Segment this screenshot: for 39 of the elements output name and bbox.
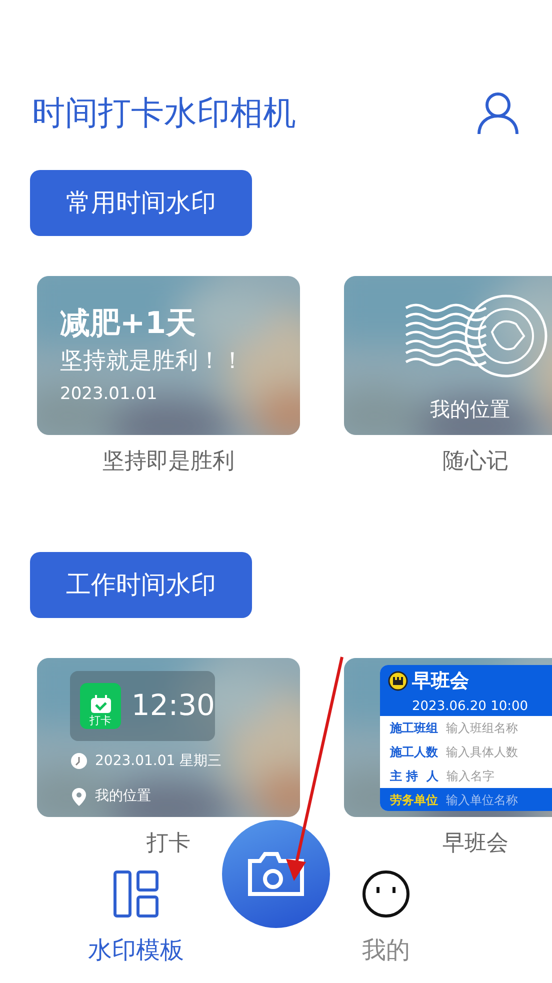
date-text: 2023.01.01 星期三 [95,752,222,771]
headline-text: 减肥+1天 [60,306,196,342]
field-label: 劳务单位 [390,792,438,809]
layout-icon [112,870,160,918]
template-card[interactable]: 我的位置 [344,276,552,435]
location-text: 我的位置 [95,787,151,806]
camera-icon [246,851,306,897]
template-card[interactable]: 打卡 12:30 2023.01.01 星期三 我的位置 [37,658,300,817]
field-value: 输入具体人数 [446,744,518,761]
nav-tab[interactable]: 水印模板 [88,870,184,968]
calendar-check-icon [90,694,112,714]
slogan-text: 坚持就是胜利！！ [60,347,244,376]
app-title: 时间打卡水印相机 [32,92,296,134]
building-icon [388,671,408,691]
field-label: 施工班组 [390,720,438,737]
smiley-icon [362,870,410,918]
location-pin-icon [72,788,86,806]
profile-icon[interactable] [476,91,520,135]
template-name: 打卡 [146,830,192,858]
date-text: 2023.01.01 [60,383,158,406]
template-card[interactable]: 减肥+1天 坚持就是胜利！！ 2023.01.01 [37,276,300,435]
badge-text: 打卡 [90,714,112,727]
field-label: 主 持 人 [390,768,439,785]
field-label: 施工人数 [390,744,438,761]
field-value: 输入班组名称 [446,720,518,737]
datetime-text: 2023.06.20 10:00 [411,698,528,716]
section-button[interactable]: 工作时间水印 [30,552,252,618]
clock-icon [71,753,87,769]
section-button[interactable]: 常用时间水印 [30,170,252,236]
time-text: 12:30 [131,687,215,724]
template-name: 坚持即是胜利 [102,448,236,476]
template-card[interactable]: 早班会 2023.06.20 10:00 施工班组 输入班组名称 施工人数 输入具体人数 主 持 人 输入名字 劳务单位 输入单位名称 [344,658,552,817]
meeting-title: 早班会 [412,669,469,693]
field-value: 输入单位名称 [446,792,518,809]
template-name: 早班会 [442,830,510,858]
field-value: 输入名字 [446,768,495,785]
template-name: 随心记 [442,448,510,476]
location-text: 我的位置 [430,396,510,423]
nav-tab[interactable]: 我的 [362,870,410,968]
